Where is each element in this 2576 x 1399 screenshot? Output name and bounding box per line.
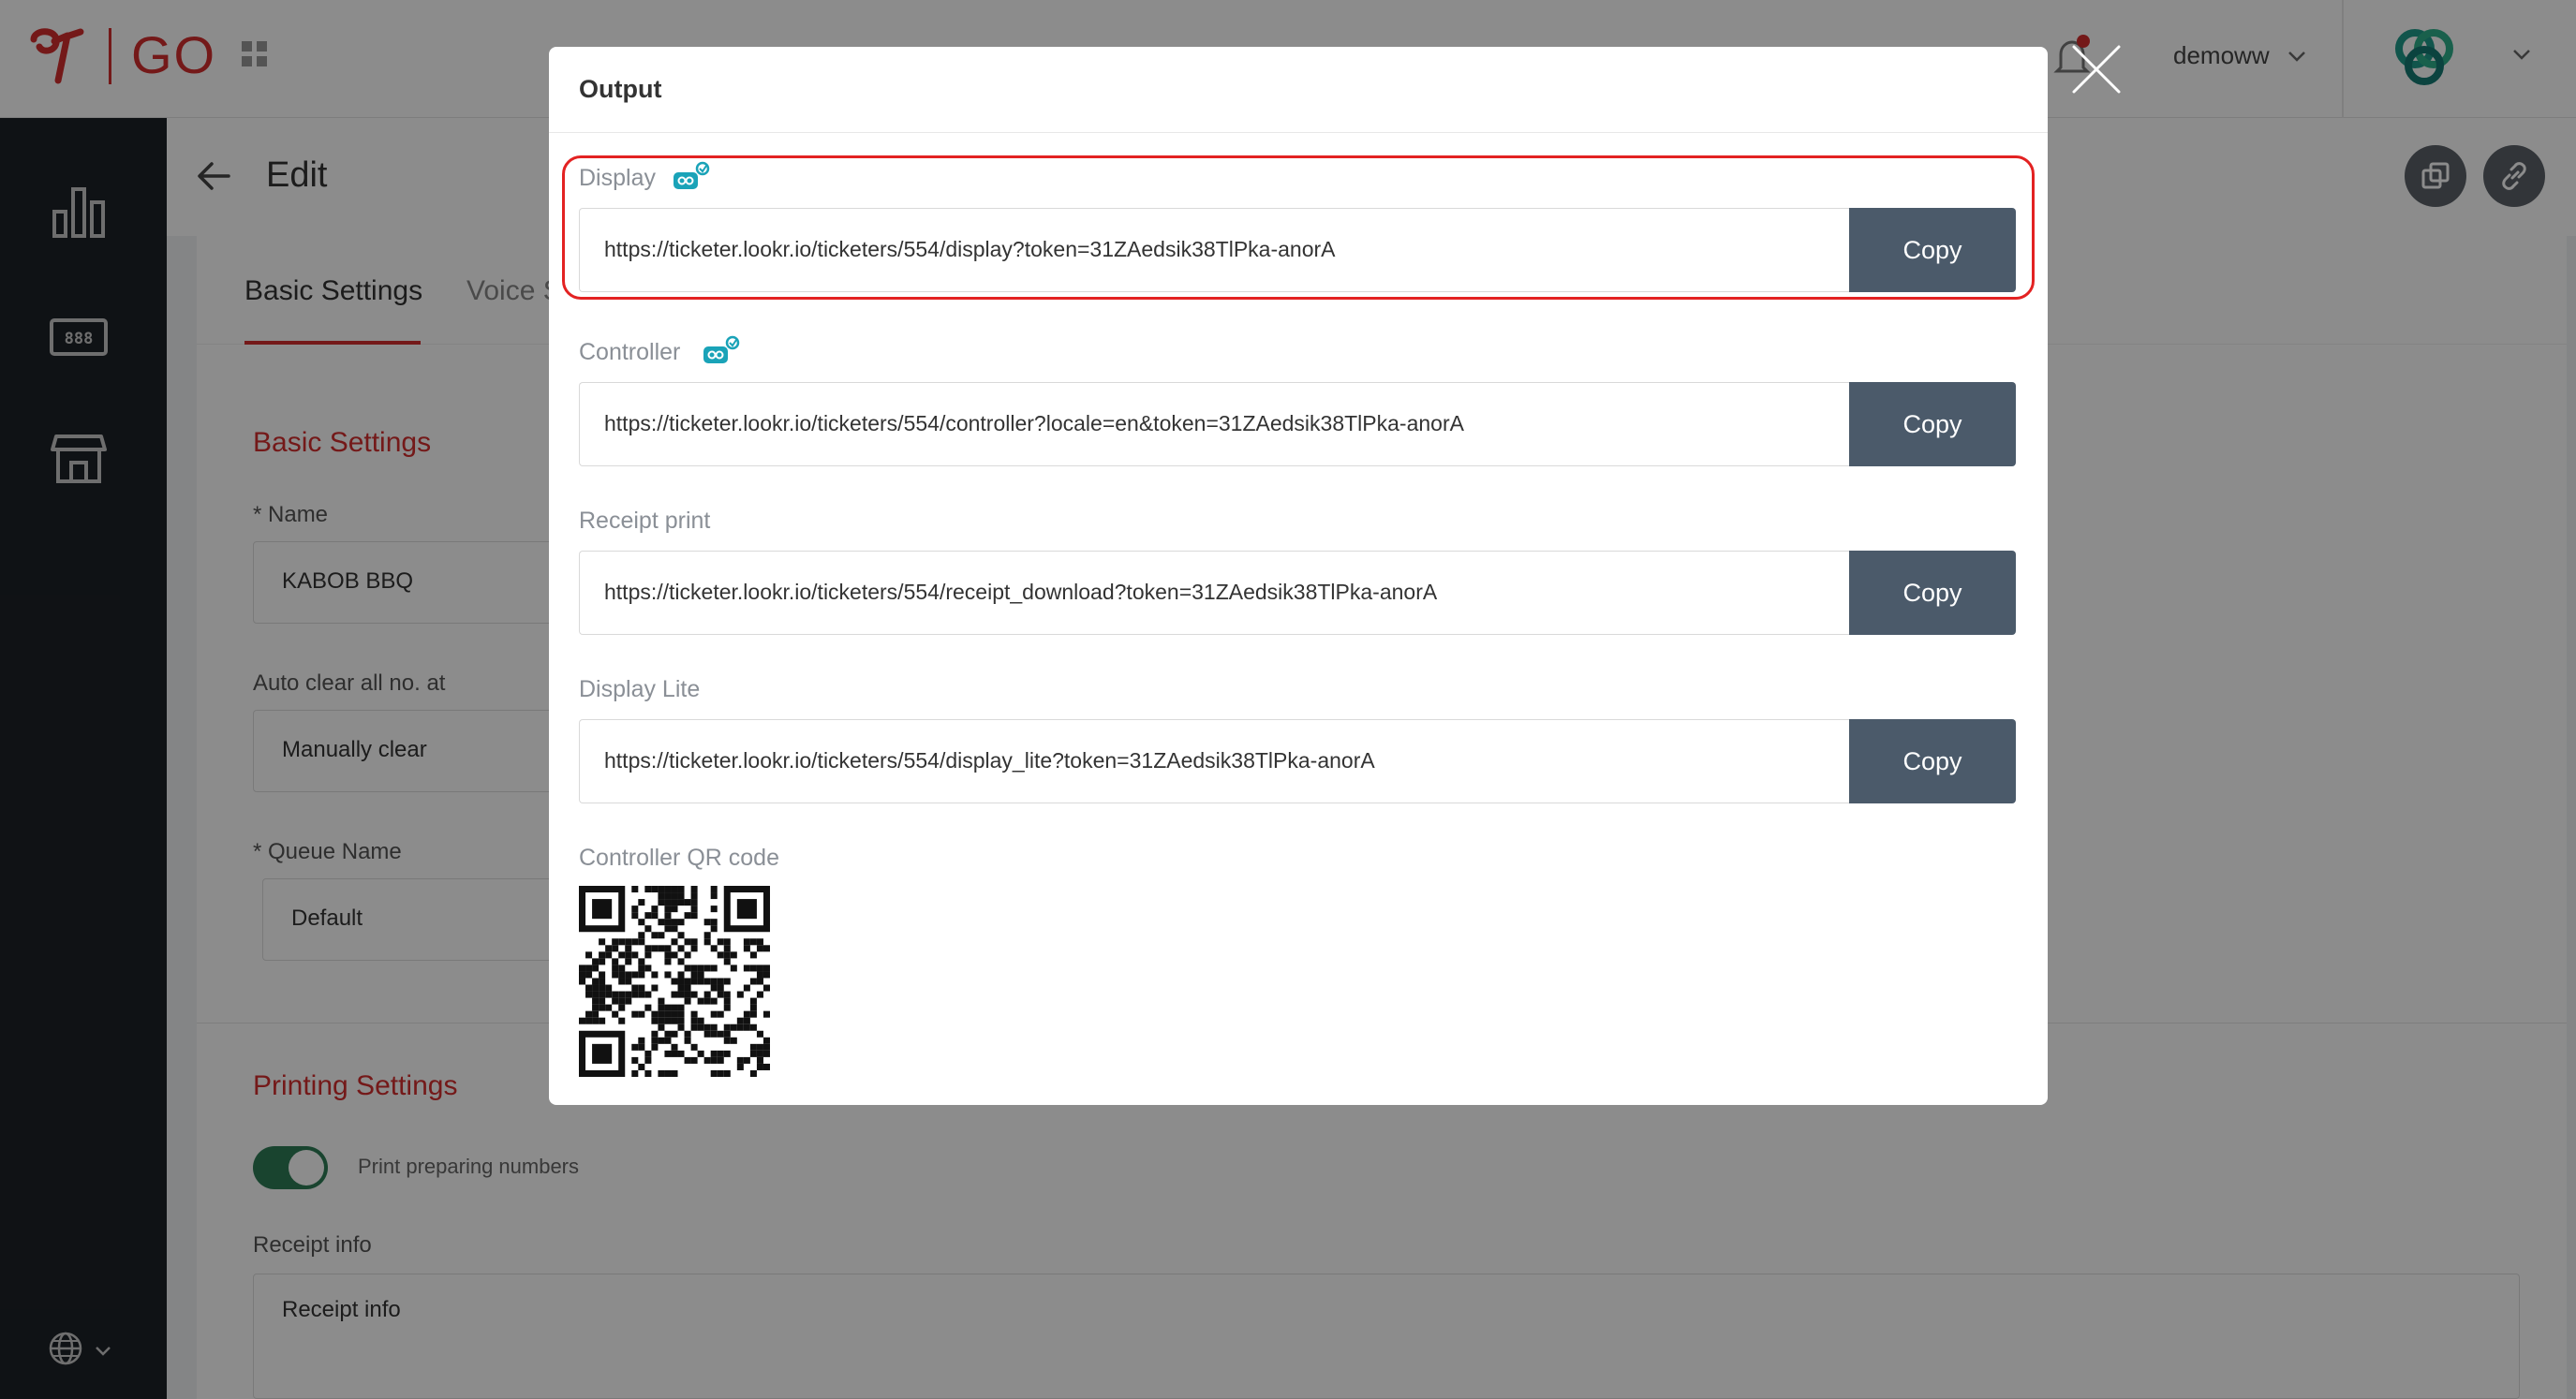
copy-display-lite-button[interactable]: Copy: [1849, 719, 2016, 803]
modal-header: Output: [549, 47, 2048, 133]
receipt-print-url: https://ticketer.lookr.io/ticketers/554/…: [604, 580, 1438, 604]
controller-qr-label: Controller QR code: [579, 845, 779, 871]
external-link-icon[interactable]: [702, 335, 741, 367]
display-lite-url-input[interactable]: https://ticketer.lookr.io/ticketers/554/…: [579, 719, 1849, 803]
display-highlight-box: [562, 155, 2035, 300]
copy-receipt-print-button[interactable]: Copy: [1849, 551, 2016, 635]
receipt-print-url-input[interactable]: https://ticketer.lookr.io/ticketers/554/…: [579, 551, 1849, 635]
controller-url: https://ticketer.lookr.io/ticketers/554/…: [604, 411, 1464, 435]
modal-title: Output: [579, 75, 662, 103]
controller-qr-code: [579, 886, 770, 1077]
close-icon[interactable]: [2068, 41, 2124, 97]
copy-controller-button[interactable]: Copy: [1849, 382, 2016, 466]
controller-url-input[interactable]: https://ticketer.lookr.io/ticketers/554/…: [579, 382, 1849, 466]
controller-label: Controller: [579, 339, 681, 365]
display-lite-url: https://ticketer.lookr.io/ticketers/554/…: [604, 748, 1375, 773]
display-lite-label: Display Lite: [579, 676, 701, 702]
receipt-print-label: Receipt print: [579, 508, 711, 534]
